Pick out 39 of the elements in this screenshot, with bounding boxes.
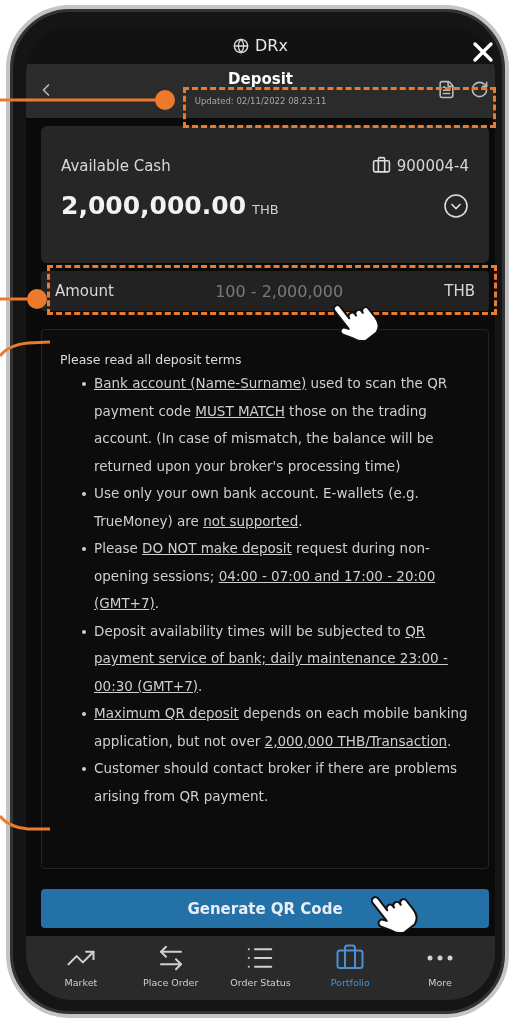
- document-icon[interactable]: [437, 80, 456, 99]
- term-text: Deposit availability times will be subjected to QR payment service of bank; daily maintenance 23:00 - 00:30 (GMT+7).: [94, 621, 449, 696]
- briefcase-icon: [371, 156, 391, 175]
- bullet-dot: [82, 382, 86, 386]
- page-title: Deposit: [228, 70, 293, 88]
- globe-icon: [233, 37, 250, 54]
- bullet-dot: [82, 712, 86, 716]
- cash-amount: 2,000,000.00: [61, 191, 247, 220]
- term-text: Maximum QR deposit depends on each mobile banking application, but not over 2,000,000 THB/Transaction.: [94, 704, 469, 751]
- tab-item[interactable]: More: [398, 942, 483, 988]
- refresh-icon[interactable]: [470, 80, 489, 99]
- term-text: Use only your own bank account. E-wallets (e.g. TrueMoney) are not supported.: [94, 484, 420, 531]
- bullet-dot: [82, 492, 86, 496]
- term-text: Please DO NOT make deposit request during non-opening sessions; 04:00 - 07:00 and 17:00 - 20:00 (GMT+7).: [94, 539, 437, 613]
- generate-qr-button[interactable]: Generate QR Code: [41, 889, 489, 928]
- tab-item[interactable]: Portfolio: [308, 942, 393, 988]
- tab-item[interactable]: Place Order: [128, 942, 213, 988]
- cash-label: Available Cash: [61, 156, 171, 175]
- bullet-dot: [82, 629, 86, 634]
- unit-label: THB: [444, 282, 475, 300]
- currency-label: THB: [252, 202, 279, 217]
- app-title: DRx: [255, 36, 288, 55]
- amount-input[interactable]: 100 - 2,000,000: [113, 280, 445, 302]
- tab-item[interactable]: Order Status: [218, 942, 303, 988]
- amount-label: Amount: [55, 282, 114, 300]
- account-number: 900004-4: [396, 156, 469, 175]
- term-text: Customer should contact broker if there are problems arising from QR payment.: [94, 759, 459, 806]
- tab-item[interactable]: Market: [38, 942, 123, 988]
- chevron-circle-icon[interactable]: [443, 192, 469, 219]
- bullet-dot: [82, 767, 86, 771]
- term-text: Bank account (Name-Surname) used to scan the QR payment code MUST MATCH those on the trading account. (In case of mismatch, the balance will be returned upon your broker's processing time): [94, 374, 449, 476]
- updated-timestamp: Updated: 02/11/2022 08:23:11: [194, 96, 327, 106]
- more-icon: [427, 954, 454, 961]
- amount-field[interactable]: Amount 100 - 2,000,000 THB: [41, 271, 489, 311]
- leader-line: [0, 814, 50, 832]
- leader-line: [0, 340, 50, 358]
- terms-heading: Please read all deposit terms: [60, 352, 243, 367]
- bullet-dot: [82, 547, 86, 551]
- leader-line: [0, 288, 48, 310]
